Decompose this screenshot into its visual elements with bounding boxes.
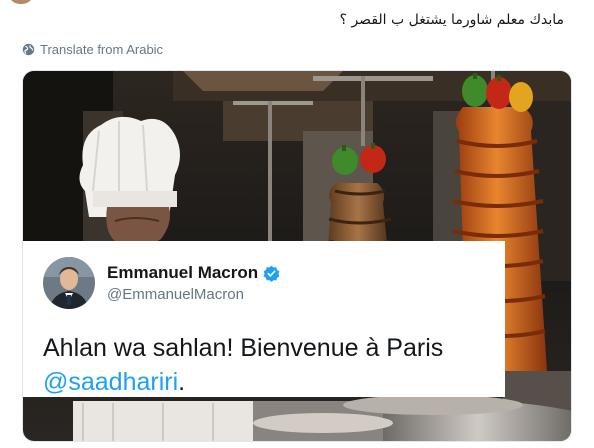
quoted-text-line: Ahlan wa sahlan! Bienvenue à Paris	[43, 334, 444, 362]
translate-link[interactable]: Translate from Arabic	[22, 42, 163, 57]
mention-link[interactable]: @saadhariri	[43, 368, 178, 396]
avatar-image	[43, 257, 95, 309]
verified-icon	[263, 265, 280, 282]
quoted-tweet-text: Ahlan wa sahlan! Bienvenue à Paris @saad…	[43, 331, 485, 399]
quoted-mention-line: @saadhariri.	[43, 365, 485, 399]
quoted-handle[interactable]: @EmmanuelMacron	[107, 286, 280, 303]
avatar[interactable]	[43, 257, 95, 309]
previous-avatar-fragment	[8, 0, 34, 4]
globe-icon	[22, 43, 35, 56]
quoted-tweet-card[interactable]: Emmanuel Macron @EmmanuelMacron Ahlan wa…	[23, 241, 505, 397]
tweet-text: مابدك معلم شاورما يشتغل ب القصر ؟	[339, 12, 564, 28]
mention-suffix: .	[178, 368, 186, 396]
tweet-image[interactable]: Emmanuel Macron @EmmanuelMacron Ahlan wa…	[22, 70, 572, 442]
translate-label: Translate from Arabic	[40, 42, 164, 57]
previous-tweet-header-fragment	[0, 0, 594, 6]
quoted-display-name[interactable]: Emmanuel Macron	[107, 263, 258, 283]
